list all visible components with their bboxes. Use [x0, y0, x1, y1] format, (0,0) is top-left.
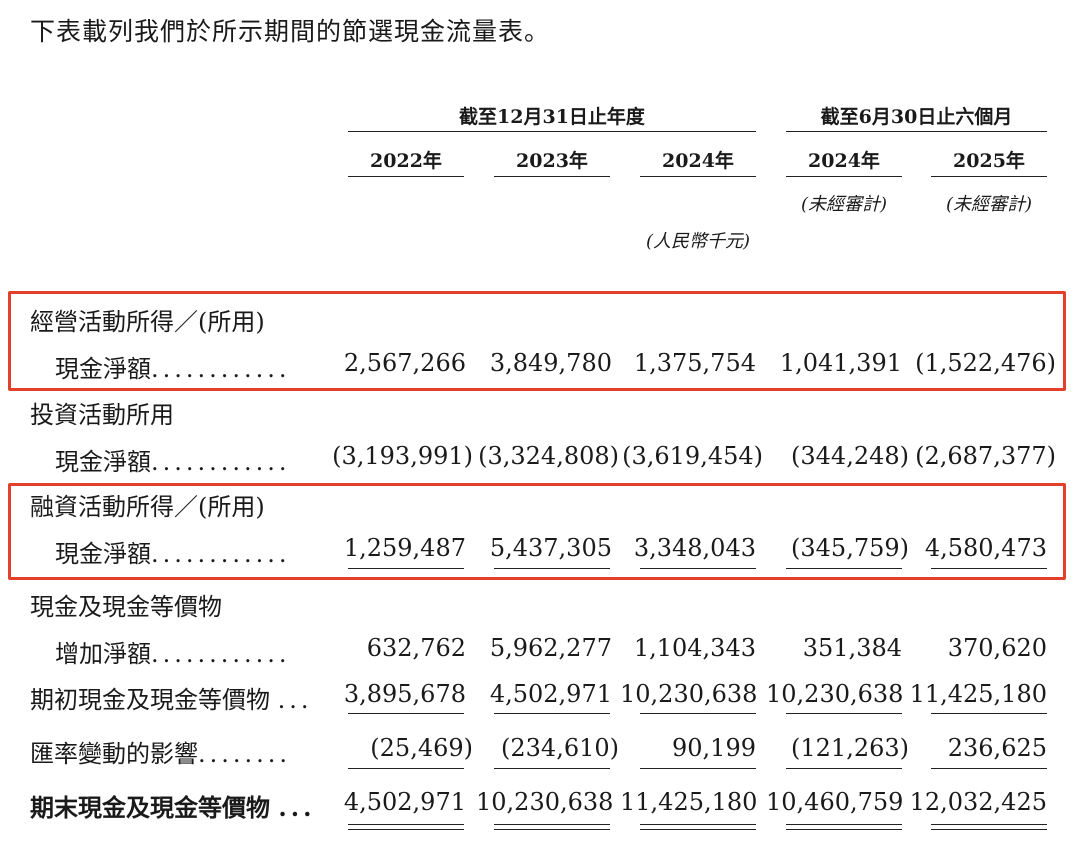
total-double-line [494, 824, 610, 825]
year-header-2024: 2024年 [662, 150, 734, 172]
row-label: 期末現金及現金等價物 ... [30, 788, 315, 823]
subtotal-line [786, 768, 902, 769]
cell-value: 370,620 [947, 634, 1047, 662]
cell-value: (121,263) [791, 734, 909, 762]
cell-value: 351,384 [802, 634, 902, 662]
cell-value: (344,248) [791, 442, 909, 470]
cell-value: 10,230,638 [476, 788, 614, 816]
cell-value: 1,104,343 [633, 634, 756, 662]
subtotal-line [494, 768, 610, 769]
cell-value: 90,199 [672, 734, 756, 762]
row-label-text: 匯率變動的影響 [30, 740, 198, 768]
row-label-text: 期初現金及現金等價物 [30, 686, 270, 714]
group-header-half-year: 截至6月30日止六個月 [820, 106, 1013, 128]
row-label-line1: 投資活動所用 [30, 401, 174, 429]
year-underline [931, 176, 1047, 177]
cell-value: 11,425,180 [909, 680, 1047, 708]
row-label-text: 期末現金及現金等價物 [30, 793, 270, 822]
cell-value: (3,324,808) [478, 442, 619, 470]
cell-value: (25,469) [370, 734, 473, 762]
total-double-line [348, 829, 464, 830]
cell-value: 10,460,759 [766, 788, 904, 816]
cell-value: 10,230,638 [766, 680, 904, 708]
row-label-line2: 增加淨額............ [55, 634, 291, 669]
subtotal-line [931, 768, 1047, 769]
subtotal-line [640, 713, 756, 714]
highlight-box-operating [8, 291, 1066, 391]
group-underline-annual [348, 131, 756, 132]
unit-note: (人民幣千元) [645, 231, 751, 252]
row-label: 期初現金及現金等價物 ... [30, 680, 313, 715]
year-underline [640, 176, 756, 177]
leader-dots: ............ [151, 448, 291, 476]
row-label-text: 現金淨額 [55, 448, 151, 476]
row-label-line1: 現金及現金等價物 [30, 593, 222, 621]
subtotal-line [786, 713, 902, 714]
leader-dots: ............ [151, 640, 291, 668]
total-double-line [786, 829, 902, 830]
year-header-2023: 2023年 [516, 150, 588, 172]
cell-value: (234,610) [501, 734, 619, 762]
year-underline [786, 176, 902, 177]
unaudited-note: (未經審計) [945, 194, 1033, 215]
cell-value: 632,762 [366, 634, 466, 662]
cell-value: 12,032,425 [909, 788, 1047, 816]
cell-value: (3,619,454) [622, 442, 763, 470]
total-double-line [640, 824, 756, 825]
year-header-2022: 2022年 [370, 150, 442, 172]
total-double-line [786, 824, 902, 825]
row-label-line2: 現金淨額............ [55, 442, 291, 477]
intro-text: 下表載列我們於所示期間的節選現金流量表。 [30, 17, 551, 46]
cell-value: 236,625 [947, 734, 1047, 762]
row-label-text: 增加淨額 [55, 640, 151, 668]
total-double-line [494, 829, 610, 830]
subtotal-line [640, 768, 756, 769]
subtotal-line [348, 768, 464, 769]
subtotal-line [494, 713, 610, 714]
group-underline-half-year [786, 131, 1047, 132]
row-label: 匯率變動的影響........ [30, 734, 291, 769]
total-double-line [348, 824, 464, 825]
highlight-box-financing [8, 483, 1066, 580]
cell-value: 5,962,277 [489, 634, 612, 662]
cell-value: 4,502,971 [489, 680, 612, 708]
subtotal-line [348, 713, 464, 714]
year-header-2025-h1: 2025年 [953, 150, 1025, 172]
year-underline [494, 176, 610, 177]
cell-value: 11,425,180 [620, 788, 758, 816]
total-double-line [931, 829, 1047, 830]
year-header-2024-h1: 2024年 [808, 150, 880, 172]
cell-value: 3,895,678 [343, 680, 466, 708]
total-double-line [931, 824, 1047, 825]
unaudited-note: (未經審計) [800, 194, 888, 215]
leader-dots: ... [278, 793, 316, 822]
leader-dots: ........ [198, 740, 292, 768]
group-header-annual: 截至12月31日止年度 [459, 106, 645, 128]
total-double-line [640, 829, 756, 830]
leader-dots: ... [277, 686, 313, 714]
cell-value: (2,687,377) [915, 442, 1056, 470]
cell-value: 10,230,638 [620, 680, 758, 708]
cell-value: 4,502,971 [343, 788, 466, 816]
subtotal-line [931, 713, 1047, 714]
cell-value: (3,193,991) [332, 442, 473, 470]
year-underline [348, 176, 464, 177]
